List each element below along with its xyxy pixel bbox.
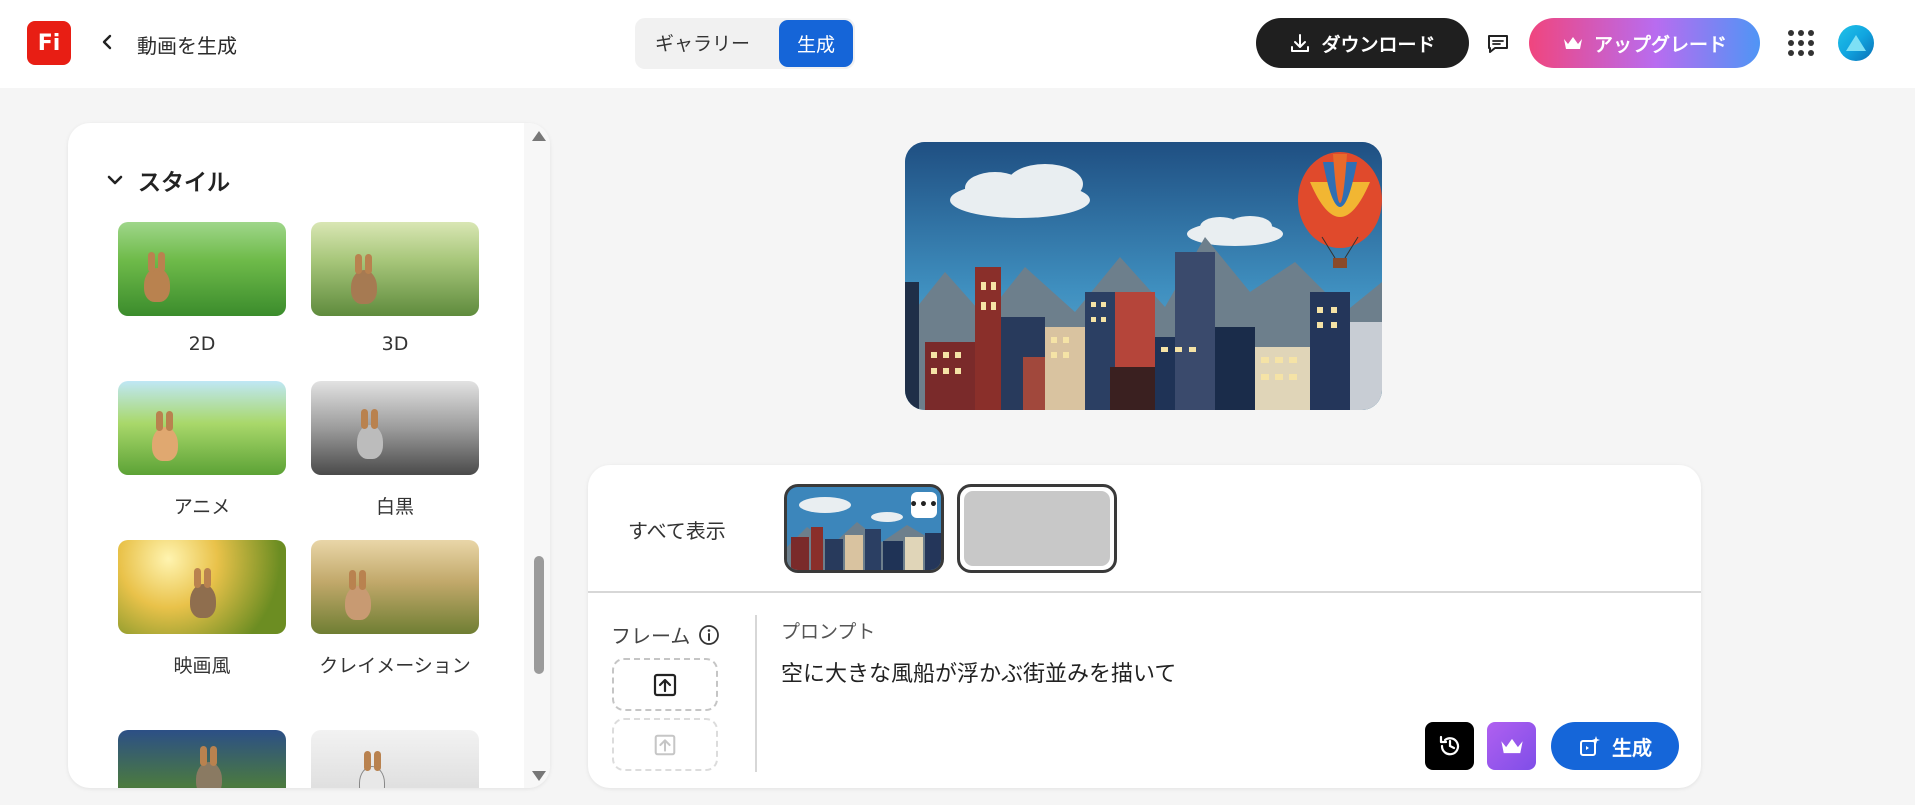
prompt-label: プロンプト	[781, 621, 876, 643]
style-section-header[interactable]: スタイル	[106, 163, 230, 197]
show-all-link[interactable]: すべて表示	[628, 515, 726, 544]
style-thumbnail-3d[interactable]	[311, 222, 479, 316]
style-thumbnail-cinematic[interactable]	[118, 540, 286, 634]
style-section-title: スタイル	[138, 170, 230, 196]
crown-icon	[1563, 37, 1582, 49]
style-label-cinematic: 映画風	[173, 655, 231, 677]
clip-thumbnail-2[interactable]	[957, 484, 1117, 573]
mode-tabs: ギャラリー 生成	[635, 18, 855, 69]
info-icon[interactable]	[698, 624, 720, 646]
download-icon	[1291, 34, 1310, 52]
clip-thumbnail-1[interactable]: •••	[784, 484, 944, 573]
style-panel: スタイル 2D 3D アニメ 白黒 映画風 クレイメーション	[68, 123, 550, 788]
style-label-3d: 3D	[381, 333, 409, 355]
scroll-down-icon[interactable]	[532, 771, 546, 781]
frame-label: フレーム	[611, 620, 720, 649]
more-icon[interactable]: •••	[909, 492, 938, 518]
panel-divider	[588, 591, 1701, 593]
city-balloon-image	[905, 142, 1382, 410]
scrollbar[interactable]	[524, 123, 550, 788]
style-thumbnail-anime[interactable]	[118, 381, 286, 475]
download-button[interactable]: ダウンロード	[1256, 18, 1469, 68]
upload-start-frame[interactable]	[612, 658, 718, 711]
upgrade-label: アップグレード	[1593, 33, 1727, 56]
back-button[interactable]	[94, 28, 122, 56]
style-thumbnail-fantasy[interactable]	[118, 730, 286, 788]
chevron-left-icon	[102, 34, 112, 50]
scroll-up-icon[interactable]	[532, 131, 546, 141]
style-thumbnail-bw[interactable]	[311, 381, 479, 475]
upload-icon	[654, 734, 676, 755]
chat-icon	[1488, 35, 1508, 53]
history-button[interactable]	[1425, 722, 1474, 770]
feedback-button[interactable]	[1482, 28, 1514, 60]
crown-icon	[1500, 738, 1523, 754]
chevron-down-icon	[107, 175, 123, 185]
video-preview[interactable]	[905, 142, 1382, 410]
upload-icon	[653, 673, 677, 696]
style-label-claymation: クレイメーション	[319, 655, 471, 677]
style-thumbnail-sketch[interactable]	[311, 730, 479, 788]
style-label-2d: 2D	[188, 333, 216, 355]
avatar[interactable]	[1838, 25, 1874, 61]
frame-label-text: フレーム	[611, 624, 691, 648]
generate-label: 生成	[1612, 735, 1652, 760]
upgrade-button[interactable]: アップグレード	[1529, 18, 1760, 68]
style-thumbnail-claymation[interactable]	[311, 540, 479, 634]
prompt-input[interactable]: 空に大きな風船が浮かぶ街並みを描いて	[781, 656, 1176, 688]
clip-2-placeholder	[964, 491, 1110, 566]
tab-generate[interactable]: 生成	[779, 20, 853, 67]
history-icon	[1439, 735, 1459, 756]
apps-grid-icon[interactable]	[1788, 30, 1814, 56]
download-label: ダウンロード	[1321, 33, 1436, 56]
top-bar: Fi 動画を生成 ギャラリー 生成 ダウンロード アップグレード	[0, 0, 1915, 88]
app-logo[interactable]: Fi	[27, 21, 71, 65]
scrollbar-thumb[interactable]	[534, 556, 544, 674]
tab-gallery[interactable]: ギャラリー	[647, 26, 758, 62]
page-title: 動画を生成	[137, 34, 237, 58]
generate-icon	[1580, 736, 1600, 756]
style-label-anime: アニメ	[173, 496, 231, 518]
premium-button[interactable]	[1487, 722, 1536, 770]
generate-button[interactable]: 生成	[1551, 722, 1679, 770]
editor-panel: すべて表示 ••• フレーム プロンプト 空に大きな風船が浮かぶ街並みを描いて …	[588, 465, 1701, 788]
style-label-bw: 白黒	[375, 496, 414, 518]
upload-end-frame[interactable]	[612, 718, 718, 771]
style-thumbnail-2d[interactable]	[118, 222, 286, 316]
vertical-separator	[755, 615, 757, 772]
